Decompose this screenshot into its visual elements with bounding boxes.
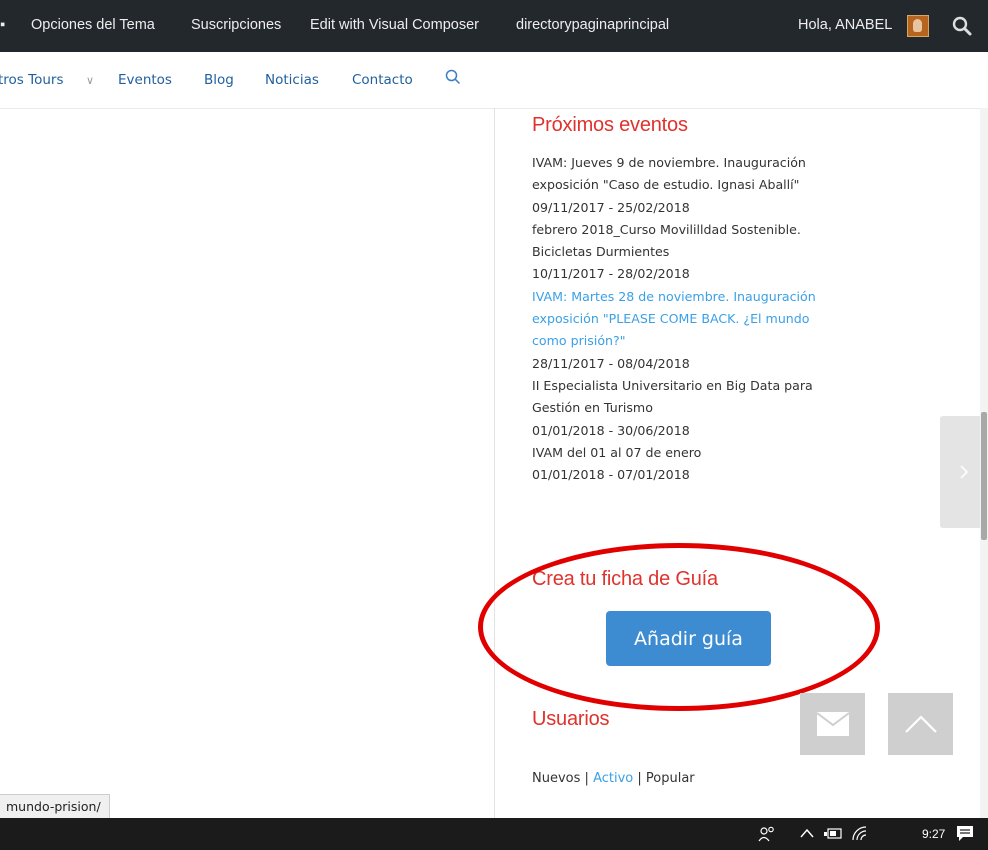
main-nav: tros Tours ∨ Eventos Blog Noticias Conta… xyxy=(0,52,988,109)
nav-item-eventos[interactable]: Eventos xyxy=(118,72,172,88)
users-tab-popular[interactable]: Popular xyxy=(646,771,695,786)
event-text: 01/01/2018 - 07/01/2018 xyxy=(532,467,690,483)
battery-icon[interactable] xyxy=(823,827,843,841)
event-text: 01/01/2018 - 30/06/2018 xyxy=(532,422,690,438)
events-title: Próximos eventos xyxy=(532,114,688,136)
scrollbar-thumb[interactable] xyxy=(981,412,987,540)
windows-taskbar: 9:27 xyxy=(0,818,988,850)
chevron-down-icon[interactable]: ∨ xyxy=(86,74,94,87)
nav-item-tours[interactable]: tros Tours xyxy=(0,72,63,88)
nav-item-noticias[interactable]: Noticias xyxy=(265,72,319,88)
admin-item-subscriptions[interactable]: Suscripciones xyxy=(191,17,281,33)
event-text: 28/11/2017 - 08/04/2018 xyxy=(532,355,690,371)
event-text: IVAM del 01 al 07 de enero xyxy=(532,444,702,460)
content-divider xyxy=(494,108,495,818)
taskbar-clock[interactable]: 9:27 xyxy=(922,827,945,841)
event-link[interactable]: IVAM: Martes 28 de noviembre. Inauguraci… xyxy=(532,286,832,353)
status-bar-url: mundo-prision/ xyxy=(0,794,110,820)
mail-icon xyxy=(816,712,849,736)
contact-mail-button[interactable] xyxy=(800,693,865,755)
event-text: IVAM: Jueves 9 de noviembre. Inauguració… xyxy=(532,155,806,193)
admin-item-theme-options[interactable]: Opciones del Tema xyxy=(31,17,155,33)
chevron-up-icon xyxy=(904,715,937,733)
users-title: Usuarios xyxy=(532,708,610,730)
admin-item-visual-composer[interactable]: Edit with Visual Composer xyxy=(310,17,479,33)
wifi-icon[interactable] xyxy=(851,826,869,842)
admin-bar-cut-item[interactable]: ▪ xyxy=(0,17,10,33)
event-text: febrero 2018_Curso Movililldad Sostenibl… xyxy=(532,221,801,260)
events-list: IVAM: Jueves 9 de noviembre. Inauguració… xyxy=(532,152,832,486)
highlight-circle-annotation xyxy=(478,543,880,711)
people-icon[interactable] xyxy=(758,826,776,842)
search-icon[interactable] xyxy=(444,68,462,86)
nav-item-blog[interactable]: Blog xyxy=(204,72,234,88)
users-tabs: Nuevos | Activo | Popular xyxy=(532,771,695,786)
users-tab-separator: | xyxy=(584,771,589,786)
admin-bar: ▪ Opciones del Tema Suscripciones Edit w… xyxy=(0,0,988,52)
nav-item-contacto[interactable]: Contacto xyxy=(352,72,413,88)
users-tab-separator: | xyxy=(637,771,642,786)
chevron-right-icon xyxy=(960,465,969,479)
admin-greeting[interactable]: Hola, ANABEL xyxy=(798,17,892,33)
notifications-icon[interactable] xyxy=(956,825,974,843)
users-tab-active[interactable]: Activo xyxy=(593,771,633,786)
back-to-top-button[interactable] xyxy=(888,693,953,755)
user-avatar[interactable] xyxy=(907,15,929,37)
event-text: 10/11/2017 - 28/02/2018 xyxy=(532,266,690,282)
chevron-up-icon[interactable] xyxy=(800,828,814,838)
search-icon[interactable] xyxy=(950,14,974,38)
users-tab-new[interactable]: Nuevos xyxy=(532,771,580,786)
event-text: II Especialista Universitario en Big Dat… xyxy=(532,377,813,416)
event-text: 09/11/2017 - 25/02/2018 xyxy=(532,199,690,215)
admin-item-directory[interactable]: directorypaginaprincipal xyxy=(516,17,669,33)
